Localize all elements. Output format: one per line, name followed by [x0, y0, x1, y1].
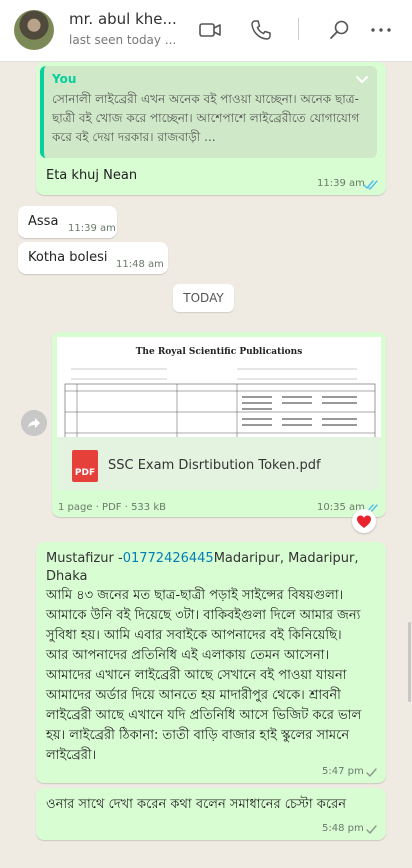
contact-avatar[interactable]: [14, 10, 54, 50]
chat-area[interactable]: You সোনালী লাইব্রেরী এখন অনেক বই পাওয়া …: [0, 62, 412, 868]
message-text: Assa: [28, 214, 59, 229]
contact-name[interactable]: mr. abul khe...: [69, 10, 177, 28]
message-bubble-incoming[interactable]: Kotha bolesi 11:48 am: [18, 242, 168, 274]
forward-icon[interactable]: [21, 410, 47, 436]
message-bubble-reply[interactable]: You সোনালী লাইব্রেরী এখন অনেক বই পাওয়া …: [36, 62, 386, 195]
document-preview[interactable]: The Royal Scientific Publications: [57, 337, 381, 437]
document-meta: 1 page · PDF · 533 kB: [58, 502, 166, 513]
voice-call-icon[interactable]: [249, 18, 273, 42]
heart-reaction[interactable]: [352, 509, 376, 533]
phone-link[interactable]: 01772426445: [123, 551, 214, 566]
message-bubble-incoming[interactable]: Assa 11:39 am: [18, 206, 117, 238]
check-icon: [366, 768, 377, 777]
search-icon[interactable]: [328, 18, 352, 42]
pdf-icon-label: PDF: [74, 468, 96, 478]
message-text: Eta khuj Nean: [46, 168, 138, 183]
message-text: আমি ৪৩ জনের মত ছাত্র-ছাত্রী পড়াই সাইন্স…: [46, 588, 362, 763]
message-bubble-long[interactable]: Mustafizur -01772426445Madaripur, Madari…: [36, 542, 386, 783]
scrollbar-thumb[interactable]: [408, 622, 411, 702]
quote-text: সোনালী লাইব্রেরী এখন অনেক বই পাওয়া যাচ্…: [52, 92, 360, 144]
chevron-down-icon[interactable]: [353, 70, 371, 88]
message-bubble-document[interactable]: The Royal Scientific Publications PDF SS…: [52, 332, 386, 517]
last-seen-status: last seen today ...: [69, 33, 177, 47]
video-call-icon[interactable]: [198, 18, 222, 42]
pdf-icon: PDF: [72, 450, 98, 482]
message-time: 11:48 am: [116, 259, 164, 270]
check-icon: [366, 825, 377, 834]
document-filename[interactable]: SSC Exam Disrtibution Token.pdf: [108, 458, 321, 473]
header-divider: [298, 18, 299, 40]
sender-name: Mustafizur -: [46, 551, 123, 566]
message-time: 5:47 pm: [322, 766, 364, 777]
quoted-message[interactable]: You সোনালী লাইব্রেরী এখন অনেক বই পাওয়া …: [40, 66, 377, 158]
more-options-icon[interactable]: [369, 18, 393, 42]
date-divider: TODAY: [173, 284, 234, 312]
message-time: 5:48 pm: [322, 823, 364, 834]
message-time: 11:39 am: [317, 178, 365, 189]
quote-author: You: [52, 72, 77, 86]
message-bubble-last[interactable]: ওনার সাথে দেখা করেন কথা বলেন সমাধানের চে…: [36, 788, 386, 840]
contact-card-line: Mustafizur -01772426445Madaripur, Madari…: [46, 550, 368, 586]
message-text: Kotha bolesi: [28, 250, 108, 265]
double-check-icon: [363, 180, 378, 190]
message-time: 11:39 am: [68, 223, 116, 234]
document-table-preview: [64, 368, 376, 437]
message-text: ওনার সাথে দেখা করেন কথা বলেন সমাধানের চে…: [46, 797, 346, 812]
heart-reaction-icon: [357, 515, 371, 528]
chat-header: mr. abul khe... last seen today ...: [0, 0, 412, 62]
